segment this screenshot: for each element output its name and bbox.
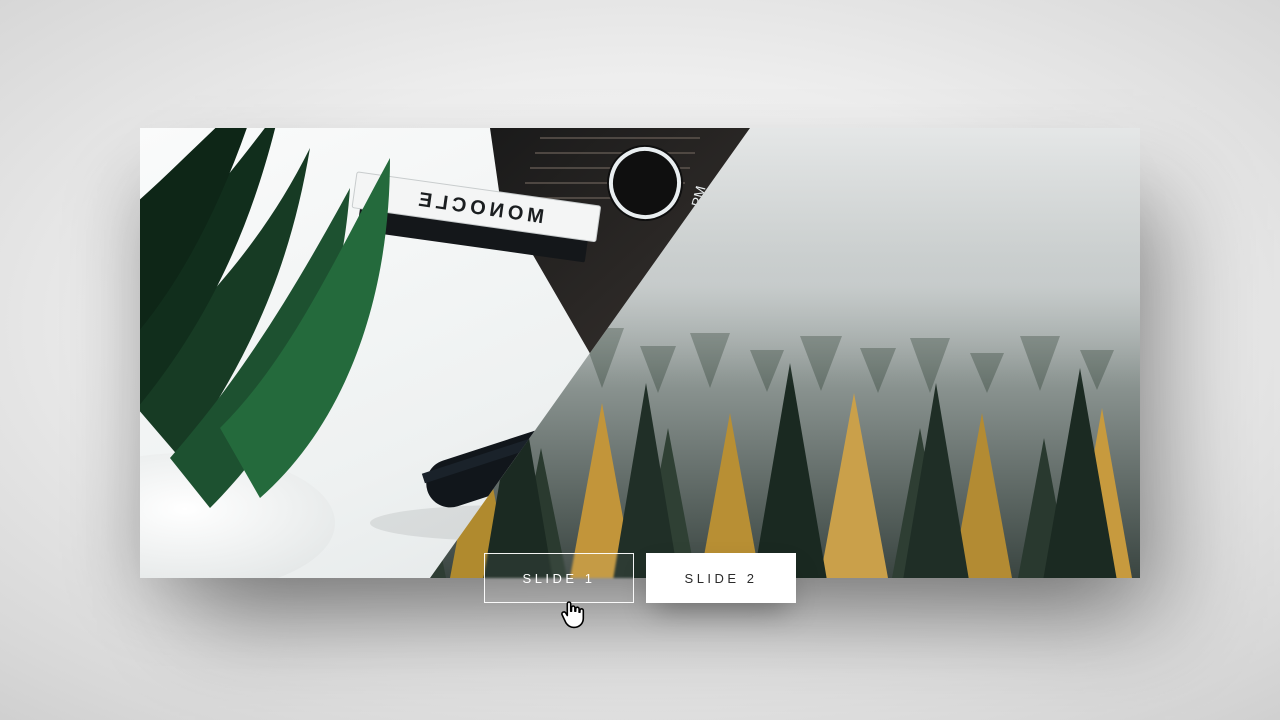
slide-1-button[interactable]: SLIDE 1 (484, 553, 634, 603)
slide-2-button[interactable]: SLIDE 2 (646, 553, 796, 603)
image-slider: PM MONOCLE (140, 128, 1140, 578)
cursor-hand-icon (560, 600, 586, 630)
slider-nav: SLIDE 1 SLIDE 2 (484, 553, 796, 603)
